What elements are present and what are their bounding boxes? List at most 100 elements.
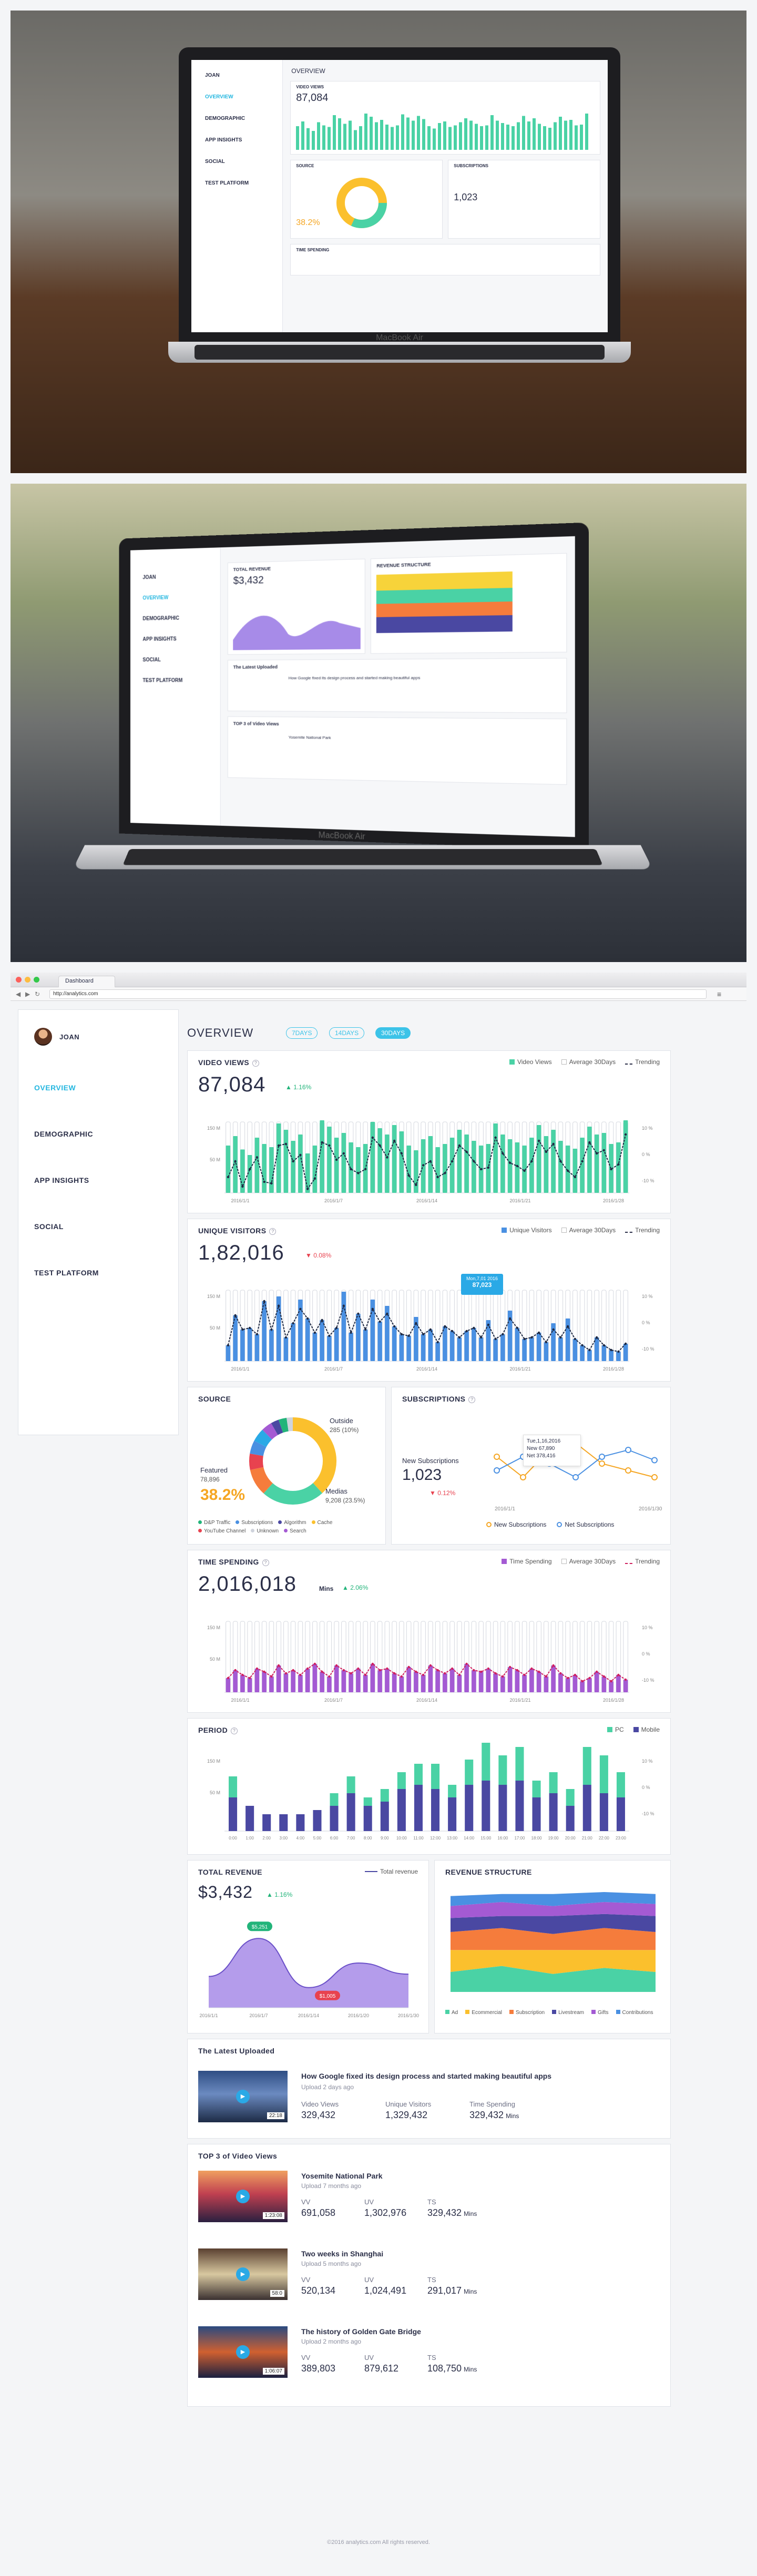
mini-card-title: REVENUE STRUCTURE [376, 561, 431, 569]
video-thumbnail[interactable]: ▶ 1:23:08 [198, 2171, 288, 2222]
range-30days-button[interactable]: 30DAYS [375, 1027, 411, 1039]
legend-item[interactable]: Unique Visitors [502, 1226, 552, 1234]
play-icon[interactable]: ▶ [236, 2190, 250, 2203]
legend-swatch [278, 1520, 282, 1524]
video-title[interactable]: Two weeks in Shanghai [301, 2250, 383, 2258]
minimize-window-icon[interactable] [25, 977, 30, 983]
legend-item[interactable]: Subscriptions [236, 1519, 273, 1527]
legend-label: Trending [635, 1558, 660, 1565]
browser-tab[interactable]: Dashboard [58, 975, 115, 987]
trend-point [494, 1136, 497, 1139]
legend-item[interactable]: Cache [311, 1519, 332, 1527]
help-icon[interactable]: ? [468, 1396, 476, 1403]
y2-tick-label: -10 % [642, 1178, 654, 1183]
legend-item[interactable]: Average 30Days [561, 1226, 616, 1234]
close-window-icon[interactable] [16, 977, 22, 983]
video-title[interactable]: The history of Golden Gate Bridge [301, 2327, 421, 2336]
trend-point [479, 1670, 483, 1673]
time-spending-chart[interactable]: 150 M 50 M 10 % 0 % -10 % 2016/1/1 2016/1/7 201… [198, 1608, 661, 1708]
legend-item[interactable]: Video Views [509, 1058, 552, 1066]
bar [623, 1344, 628, 1361]
legend-item[interactable]: YouTube Channel [198, 1527, 245, 1536]
video-title[interactable]: Yosemite National Park [301, 2172, 383, 2180]
sidebar-item-demographic[interactable]: DEMOGRAPHIC [34, 1130, 93, 1138]
forward-arrow-icon[interactable]: ▶ [25, 990, 35, 998]
period-chart[interactable]: 150 M 50 M 10 % 0 % -10 % 0:00 1:00 2:00 3:00 4:0… [198, 1742, 661, 1850]
video-thumbnail[interactable]: ▶ 22:18 [198, 2071, 288, 2122]
legend-item[interactable]: Mobile [633, 1726, 660, 1733]
legend-item[interactable]: Net Subscriptions [557, 1521, 614, 1528]
help-icon[interactable]: ? [269, 1228, 277, 1235]
latest-uploaded-card: The Latest Uploaded ▶ 22:18 How Google f… [187, 2039, 671, 2139]
legend-item[interactable]: Trending [625, 1558, 660, 1565]
legend-swatch [633, 1727, 639, 1732]
sidebar-item-app-insights[interactable]: APP INSIGHTS [34, 1176, 89, 1184]
legend-swatch [552, 2010, 557, 2014]
sidebar-item-overview[interactable]: OVERVIEW [34, 1083, 76, 1092]
legend-item[interactable]: D&P Traffic [198, 1519, 230, 1527]
sidebar-item-social[interactable]: SOCIAL [34, 1222, 64, 1231]
play-icon[interactable]: ▶ [236, 2267, 250, 2281]
legend-swatch [311, 1520, 315, 1524]
legend-item[interactable]: Time Spending [502, 1558, 552, 1565]
legend-item[interactable]: Subscription [509, 2009, 545, 2017]
bar [406, 1336, 411, 1361]
mini-main: TOTAL REVENUE $3,432 REVENUE STRUCTURE T… [221, 536, 575, 837]
hamburger-menu-icon[interactable]: ≡ [717, 990, 721, 998]
help-icon[interactable]: ? [231, 1727, 238, 1734]
mini-bar [317, 122, 321, 150]
legend-item[interactable]: Contributions [616, 2009, 653, 2017]
avatar[interactable] [34, 1028, 52, 1046]
play-icon[interactable]: ▶ [236, 2345, 250, 2359]
legend-item[interactable]: Ad [445, 2009, 458, 2017]
legend-item[interactable]: PC [607, 1726, 624, 1733]
mini-latest-card: The Latest Uploaded How Google fixed its… [228, 658, 567, 713]
legend-item[interactable]: Algorithm [278, 1519, 306, 1527]
legend-item[interactable]: Average 30Days [561, 1058, 616, 1066]
legend-item[interactable]: Livestream [552, 2009, 584, 2017]
trend-point [342, 1152, 345, 1155]
legend-item[interactable]: Trending [625, 1058, 660, 1066]
video-views-chart[interactable]: 150 M 50 M 10 % 0 % -10 % 2016/1/1 2016/1/7 201… [198, 1109, 661, 1209]
trend-point [292, 1160, 294, 1163]
legend-item[interactable]: New Subscriptions [486, 1521, 546, 1528]
video-thumbnail[interactable]: ▶ 58:0 [198, 2248, 288, 2300]
mini-menu-item: APP INSIGHTS [142, 636, 177, 642]
back-arrow-icon[interactable]: ◀ [16, 990, 25, 998]
bar [392, 1125, 397, 1193]
range-7days-button[interactable]: 7DAYS [286, 1027, 318, 1039]
trend-point [400, 1675, 403, 1678]
video-thumbnail[interactable]: ▶ 1:06:07 [198, 2326, 288, 2378]
legend-swatch [364, 1871, 377, 1872]
bar [334, 1328, 339, 1361]
total-revenue-chart[interactable]: 2016/1/1 2016/1/7 2016/1/14 2016/1/20 2016/1… [198, 1913, 419, 2029]
url-input[interactable]: http://analytics.com [49, 989, 707, 999]
reload-icon[interactable]: ↻ [35, 990, 44, 998]
legend-item[interactable]: Unknown [251, 1527, 279, 1536]
trend-point [292, 1669, 294, 1672]
legend-item[interactable]: Search [284, 1527, 306, 1536]
chart-legend[interactable]: Total revenue [364, 1868, 418, 1875]
trend-point [386, 1312, 388, 1315]
trend-point [284, 1142, 288, 1146]
legend-item[interactable]: Ecommercial [465, 2009, 502, 2017]
range-14days-button[interactable]: 14DAYS [329, 1027, 365, 1039]
sidebar-item-test-platform[interactable]: TEST PLATFORM [34, 1269, 99, 1277]
legend-item[interactable]: Gifts [591, 2009, 609, 2017]
trend-point [602, 1675, 606, 1678]
revenue-structure-chart[interactable] [445, 1887, 661, 2002]
bar [472, 1328, 476, 1361]
help-icon[interactable]: ? [262, 1559, 269, 1566]
play-icon[interactable]: ▶ [236, 2090, 250, 2103]
legend-item[interactable]: Trending [625, 1226, 660, 1234]
video-title[interactable]: How Google fixed its design process and … [301, 2072, 551, 2080]
legend-item[interactable]: Average 30Days [561, 1558, 616, 1565]
mobile-bar [448, 1797, 457, 1831]
bar [515, 1670, 520, 1692]
maximize-window-icon[interactable] [34, 977, 39, 983]
help-icon[interactable]: ? [252, 1060, 259, 1067]
unique-visitors-chart[interactable]: 150 M 50 M 10 % 0 % -10 % 2016/1/1 2016/1/7 201… [198, 1277, 661, 1377]
trend-point [429, 1160, 432, 1163]
card-title: SOURCE [198, 1395, 231, 1403]
browser-address-row: ◀ ▶ ↻ http://analytics.com ≡ [11, 987, 746, 1001]
